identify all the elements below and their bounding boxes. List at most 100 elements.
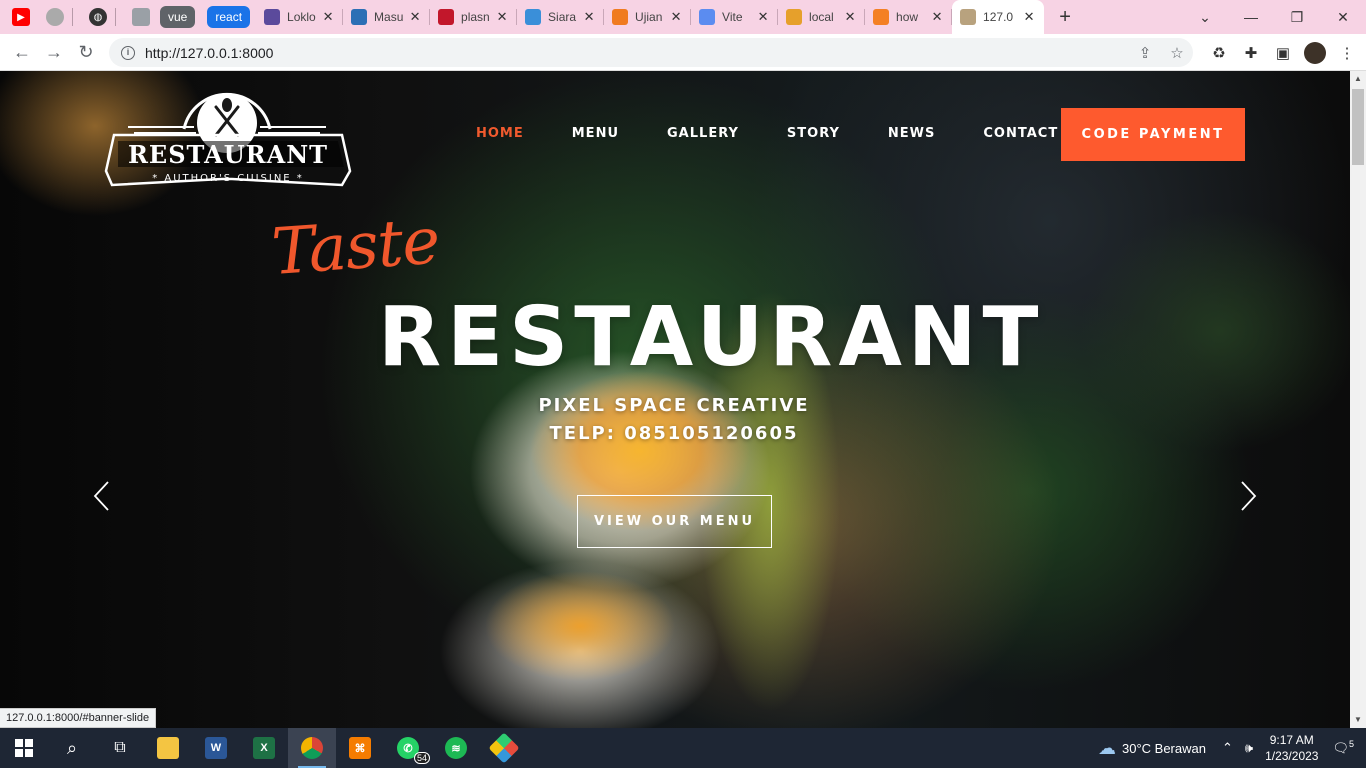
spotify-icon[interactable]: ≋ — [432, 728, 480, 768]
share-icon[interactable]: ⇪ — [1129, 44, 1161, 62]
tab-close-icon[interactable]: ✕ — [843, 9, 857, 25]
reload-button[interactable]: ↻ — [70, 42, 102, 63]
notification-count: 5 — [1348, 739, 1354, 750]
tab-close-icon[interactable]: ✕ — [669, 9, 683, 25]
tray-expand-icon[interactable]: ⌃ — [1222, 740, 1233, 756]
pinned-tab-web[interactable]: ◍ — [85, 5, 111, 29]
windows-icon — [15, 739, 33, 757]
tab-favicon-icon — [873, 9, 890, 25]
view-menu-button[interactable]: VIEW OUR MENU — [577, 495, 772, 548]
browser-tab[interactable]: local ✕ — [778, 0, 866, 34]
volume-icon[interactable]: 🕪 — [1245, 740, 1253, 756]
pinned-tab-other[interactable] — [128, 5, 154, 29]
side-panel-icon[interactable]: ▣ — [1267, 44, 1299, 62]
tab-close-icon[interactable]: ✕ — [408, 9, 422, 25]
weather-text[interactable]: 30°C Berawan — [1122, 741, 1206, 756]
extensions-puzzle-icon[interactable]: ✚ — [1235, 44, 1267, 62]
tab-close-icon[interactable]: ✕ — [930, 9, 944, 25]
windows-taskbar: ⌕ ⧉ W X ⌘ ✆ 54 ≋ ☁ 30°C Berawan ⌃ 🕪 9:17 … — [0, 728, 1366, 768]
scroll-up-icon[interactable]: ▲ — [1350, 71, 1366, 87]
tab-title: Siara — [548, 10, 577, 24]
hero-script-text: Taste — [269, 204, 442, 290]
scroll-down-icon[interactable]: ▼ — [1350, 712, 1366, 728]
search-icon[interactable]: ⌕ — [48, 728, 96, 768]
slider-next-arrow-icon[interactable] — [1236, 479, 1260, 513]
pinned-tab-github[interactable] — [42, 5, 68, 29]
browser-toolbar: ← → ↻ i http://127.0.0.1:8000 ⇪ ☆ ♻ ✚ ▣ … — [0, 34, 1366, 71]
file-explorer-icon[interactable] — [144, 728, 192, 768]
back-button[interactable]: ← — [6, 42, 38, 63]
new-tab-button[interactable]: + — [1050, 6, 1080, 29]
tab-close-icon[interactable]: ✕ — [582, 9, 596, 25]
whatsapp-unread-badge: 54 — [413, 752, 430, 764]
restaurant-logo[interactable]: RESTAURANT * AUTHOR'S CUISINE * — [104, 83, 352, 187]
minimize-button[interactable]: — — [1228, 9, 1274, 25]
page-icon — [132, 8, 150, 26]
code-payment-button[interactable]: CODE PAYMENT — [1061, 108, 1245, 161]
bookmark-star-icon[interactable]: ☆ — [1161, 44, 1193, 62]
start-button[interactable] — [0, 728, 48, 768]
tab-strip: ▶ ◍ vue react Loklo ✕ Masu ✕ plasn ✕ Siara ✕ Uji… — [0, 0, 1366, 34]
clock[interactable]: 9:17 AM 1/23/2023 — [1265, 732, 1318, 764]
forward-button[interactable]: → — [38, 42, 70, 63]
browser-tab[interactable]: plasn ✕ — [430, 0, 518, 34]
system-tray: ☁ 30°C Berawan ⌃ 🕪 9:17 AM 1/23/2023 🗨5 — [1098, 728, 1366, 768]
notification-icon[interactable]: 🗨5 — [1332, 739, 1354, 756]
tab-favicon-icon — [960, 9, 977, 25]
browser-tab[interactable]: Vite ✕ — [691, 0, 779, 34]
pinned-tab-youtube[interactable]: ▶ — [8, 5, 34, 29]
slider-prev-arrow-icon[interactable] — [90, 479, 114, 513]
tab-favicon-icon — [699, 9, 716, 25]
tab-close-icon[interactable]: ✕ — [756, 9, 770, 25]
xampp-icon[interactable]: ⌘ — [336, 728, 384, 768]
tab-favicon-icon — [525, 9, 542, 25]
browser-tab[interactable]: 127.0 ✕ — [952, 0, 1045, 34]
logo-tagline: * AUTHOR'S CUISINE * — [152, 173, 304, 184]
tab-search-icon[interactable]: ⌄ — [1182, 9, 1228, 26]
tab-list: Loklo ✕ Masu ✕ plasn ✕ Siara ✕ Ujian ✕ Vite ✕ local ✕… — [256, 0, 1045, 34]
tab-favicon-icon — [438, 9, 455, 25]
word-icon[interactable]: W — [192, 728, 240, 768]
browser-tab[interactable]: how ✕ — [865, 0, 953, 34]
browser-tab[interactable]: Siara ✕ — [517, 0, 605, 34]
nav-link-news[interactable]: NEWS — [888, 126, 935, 141]
menu-kebab-icon[interactable]: ⋮ — [1331, 44, 1363, 62]
page-scrollbar[interactable]: ▲ ▼ — [1350, 71, 1366, 728]
main-navigation: HOME MENU GALLERY STORY NEWS CONTACT — [476, 126, 1106, 141]
url-text[interactable]: http://127.0.0.1:8000 — [145, 45, 1129, 61]
browser-tab[interactable]: Ujian ✕ — [604, 0, 692, 34]
excel-icon[interactable]: X — [240, 728, 288, 768]
tab-group-react[interactable]: react — [207, 6, 251, 28]
tab-title: Loklo — [287, 10, 316, 24]
chrome-icon[interactable] — [288, 728, 336, 768]
maximize-button[interactable]: ❐ — [1274, 9, 1320, 26]
browser-tab[interactable]: Loklo ✕ — [256, 0, 344, 34]
tab-title: how — [896, 10, 919, 24]
nav-link-home[interactable]: HOME — [476, 126, 524, 141]
git-icon[interactable] — [480, 728, 528, 768]
hero-banner: RESTAURANT * AUTHOR'S CUISINE * HOME MENU… — [0, 71, 1350, 728]
window-controls: ⌄ — ❐ ✕ — [1182, 0, 1366, 34]
site-info-icon[interactable]: i — [121, 45, 135, 60]
hero-subtitle: PIXEL SPACE CREATIVE — [538, 395, 810, 416]
nav-link-contact[interactable]: CONTACT — [983, 126, 1058, 141]
nav-link-story[interactable]: STORY — [787, 126, 840, 141]
profile-avatar[interactable] — [1304, 41, 1326, 64]
address-bar[interactable]: i http://127.0.0.1:8000 ⇪ ☆ — [109, 38, 1193, 67]
task-view-icon[interactable]: ⧉ — [96, 728, 144, 768]
browser-tab[interactable]: Masu ✕ — [343, 0, 431, 34]
whatsapp-icon[interactable]: ✆ 54 — [384, 728, 432, 768]
nav-link-menu[interactable]: MENU — [572, 126, 619, 141]
recycle-extension-icon[interactable]: ♻ — [1203, 44, 1235, 62]
nav-link-gallery[interactable]: GALLERY — [667, 126, 739, 141]
close-window-button[interactable]: ✕ — [1320, 9, 1366, 26]
weather-cloud-icon[interactable]: ☁ — [1098, 738, 1116, 759]
tab-close-icon[interactable]: ✕ — [495, 9, 509, 25]
globe-icon: ◍ — [89, 8, 107, 26]
tab-close-icon[interactable]: ✕ — [1022, 9, 1036, 25]
tab-close-icon[interactable]: ✕ — [321, 9, 335, 25]
scroll-thumb[interactable] — [1352, 89, 1364, 165]
tab-title: Ujian — [635, 10, 663, 24]
tab-title: Masu — [374, 10, 404, 24]
tab-group-vue[interactable]: vue — [160, 6, 196, 28]
